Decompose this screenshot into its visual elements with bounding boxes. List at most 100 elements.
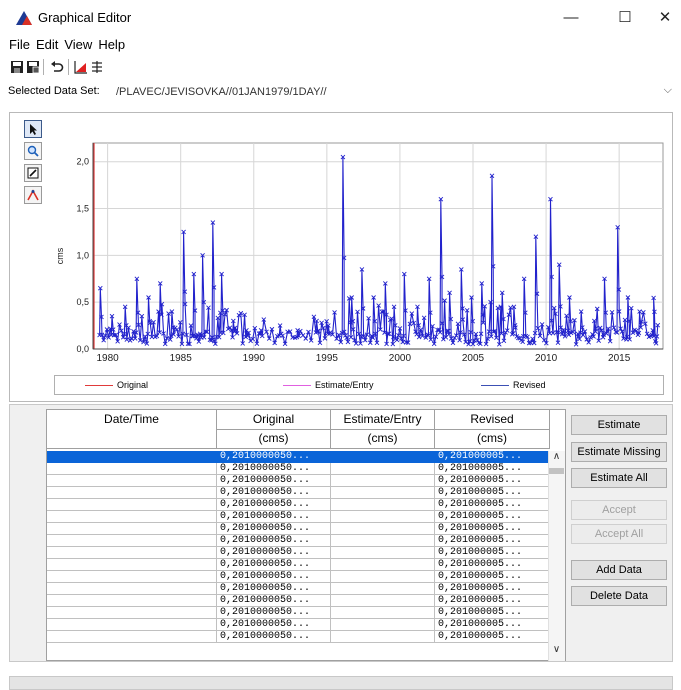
table-row[interactable]: 0,2010000050... 0,201000005... [47,475,550,487]
table-row[interactable]: 0,2010000050... 0,201000005... [47,595,550,607]
edit-tool[interactable] [24,164,42,182]
scroll-down-icon[interactable]: ∨ [548,644,565,658]
cell-original[interactable]: 0,2010000050... [217,487,331,499]
cell-revised[interactable]: 0,201000005... [435,559,550,571]
cell-revised[interactable]: 0,201000005... [435,607,550,619]
table-icon[interactable] [90,60,104,74]
cell-revised[interactable]: 0,201000005... [435,619,550,631]
close-button[interactable]: ✕ [650,6,680,30]
time-series-chart[interactable]: 0,0 0,5 1,0 1,5 2,0 1980 1985 1990 1995 2000 2005 2… [10,113,672,401]
estimate-button[interactable]: Estimate [571,415,667,435]
cell-revised[interactable]: 0,201000005... [435,487,550,499]
cell-date[interactable] [47,511,217,523]
table-row[interactable]: 0,2010000050... 0,201000005... [47,487,550,499]
accept-button[interactable]: Accept [571,500,667,520]
cell-estimate[interactable] [331,463,435,475]
cell-revised[interactable]: 0,201000005... [435,463,550,475]
cell-date[interactable] [47,607,217,619]
minimize-button[interactable]: — [556,6,586,30]
cell-date[interactable] [47,583,217,595]
cell-estimate[interactable] [331,511,435,523]
delete-data-button[interactable]: Delete Data [571,586,667,606]
cell-estimate[interactable] [331,559,435,571]
cell-original[interactable]: 0,2010000050... [217,619,331,631]
cell-original[interactable]: 0,2010000050... [217,631,331,643]
cell-revised[interactable]: 0,201000005... [435,583,550,595]
cell-estimate[interactable] [331,631,435,643]
header-date-time[interactable]: Date/Time [47,410,217,449]
cell-estimate[interactable] [331,475,435,487]
zoom-tool[interactable] [24,142,42,160]
cell-estimate[interactable] [331,523,435,535]
cell-original[interactable]: 0,2010000050... [217,583,331,595]
cell-date[interactable] [47,559,217,571]
menu-file[interactable]: File [7,37,32,52]
cell-original[interactable]: 0,2010000050... [217,451,331,463]
cell-original[interactable]: 0,2010000050... [217,559,331,571]
cell-date[interactable] [47,619,217,631]
cell-date[interactable] [47,451,217,463]
cell-date[interactable] [47,475,217,487]
cell-original[interactable]: 0,2010000050... [217,595,331,607]
table-row[interactable]: 0,2010000050... 0,201000005... [47,631,550,643]
maximize-button[interactable]: ☐ [610,6,640,30]
table-row[interactable]: 0,2010000050... 0,201000005... [47,619,550,631]
header-estimate-entry[interactable]: Estimate/Entry [331,410,435,430]
cell-date[interactable] [47,631,217,643]
cell-date[interactable] [47,547,217,559]
cell-revised[interactable]: 0,201000005... [435,631,550,643]
header-revised[interactable]: Revised [435,410,550,430]
cell-estimate[interactable] [331,451,435,463]
cell-estimate[interactable] [331,547,435,559]
cell-revised[interactable]: 0,201000005... [435,511,550,523]
cell-estimate[interactable] [331,595,435,607]
cell-revised[interactable]: 0,201000005... [435,535,550,547]
table-row[interactable]: 0,2010000050... 0,201000005... [47,535,550,547]
table-row[interactable]: 0,2010000050... 0,201000005... [47,511,550,523]
accept-all-button[interactable]: Accept All [571,524,667,544]
menu-edit[interactable]: Edit [34,37,60,52]
undo-icon[interactable] [50,60,64,74]
cell-estimate[interactable] [331,607,435,619]
table-row[interactable]: 0,2010000050... 0,201000005... [47,607,550,619]
table-row[interactable]: 0,2010000050... 0,201000005... [47,523,550,535]
add-data-button[interactable]: Add Data [571,560,667,580]
cell-revised[interactable]: 0,201000005... [435,451,550,463]
cell-estimate[interactable] [331,571,435,583]
scroll-thumb[interactable] [549,468,564,474]
menu-view[interactable]: View [62,37,94,52]
cell-date[interactable] [47,595,217,607]
save-icon[interactable] [10,60,24,74]
cell-original[interactable]: 0,2010000050... [217,511,331,523]
cell-estimate[interactable] [331,499,435,511]
header-original[interactable]: Original [217,410,331,430]
draw-tool[interactable] [24,186,42,204]
cell-original[interactable]: 0,2010000050... [217,475,331,487]
table-row[interactable]: 0,2010000050... 0,201000005... [47,451,550,463]
cell-date[interactable] [47,487,217,499]
cell-revised[interactable]: 0,201000005... [435,547,550,559]
cell-original[interactable]: 0,2010000050... [217,523,331,535]
pointer-tool[interactable] [24,120,42,138]
cell-estimate[interactable] [331,583,435,595]
cell-original[interactable]: 0,2010000050... [217,607,331,619]
cell-revised[interactable]: 0,201000005... [435,499,550,511]
cell-revised[interactable]: 0,201000005... [435,523,550,535]
cell-revised[interactable]: 0,201000005... [435,571,550,583]
cell-revised[interactable]: 0,201000005... [435,475,550,487]
cell-original[interactable]: 0,2010000050... [217,499,331,511]
cell-original[interactable]: 0,2010000050... [217,535,331,547]
cell-estimate[interactable] [331,619,435,631]
cell-original[interactable]: 0,2010000050... [217,571,331,583]
table-scrollbar[interactable] [548,451,565,661]
estimate-all-button[interactable]: Estimate All [571,468,667,488]
table-row[interactable]: 0,2010000050... 0,201000005... [47,571,550,583]
table-row[interactable]: 0,2010000050... 0,201000005... [47,499,550,511]
cell-original[interactable]: 0,2010000050... [217,463,331,475]
cell-date[interactable] [47,523,217,535]
table-row[interactable]: 0,2010000050... 0,201000005... [47,583,550,595]
cell-date[interactable] [47,571,217,583]
cell-date[interactable] [47,463,217,475]
cell-date[interactable] [47,535,217,547]
cell-estimate[interactable] [331,487,435,499]
